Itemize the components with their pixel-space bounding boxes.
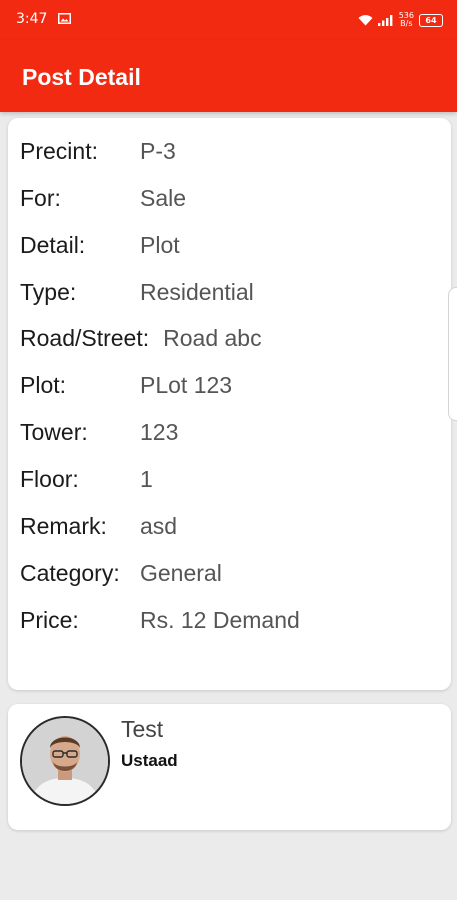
detail-row-remark: Remark: asd [20, 513, 177, 543]
detail-label: Price: [20, 607, 79, 633]
user-card[interactable]: Test Ustaad [8, 704, 451, 830]
user-name: Test [121, 716, 164, 742]
detail-label: Road/Street: [20, 325, 150, 351]
detail-row-plot: Plot: PLot 123 [20, 372, 232, 402]
detail-value: Rs. 12 Demand [140, 607, 300, 633]
status-bar: 3:47 536 B/s 64 [0, 0, 457, 40]
battery-level: 64 [425, 15, 437, 25]
detail-row-tower: Tower: 123 [20, 419, 178, 449]
detail-value: Road abc [163, 325, 262, 351]
gallery-icon [58, 13, 71, 24]
detail-row-road-street: Road/Street: Road abc [20, 325, 262, 355]
status-time: 3:47 [16, 11, 48, 27]
network-speed-unit: B/s [400, 19, 413, 28]
page-title: Post Detail [22, 64, 141, 90]
detail-label: Precint: [20, 138, 98, 164]
battery-icon: 64 [419, 13, 443, 27]
detail-label: Detail: [20, 232, 86, 258]
detail-label: For: [20, 185, 61, 211]
detail-row-floor: Floor: 1 [20, 466, 153, 496]
user-photo [22, 718, 108, 804]
detail-row-for: For: Sale [20, 185, 186, 215]
detail-value: P-3 [140, 138, 176, 164]
detail-label: Type: [20, 279, 77, 305]
detail-value: Residential [140, 279, 254, 305]
detail-value: Plot [140, 232, 180, 258]
detail-row-category: Category: General [20, 560, 222, 590]
detail-row-detail: Detail: Plot [20, 232, 180, 262]
detail-value: 1 [140, 466, 153, 492]
detail-value: asd [140, 513, 178, 539]
signal-icon [377, 15, 393, 26]
avatar[interactable] [20, 716, 110, 806]
status-indicators: 536 B/s 64 [358, 10, 443, 30]
detail-row-precint: Precint: P-3 [20, 138, 176, 168]
detail-value: Sale [140, 185, 187, 211]
detail-label: Plot: [20, 372, 67, 398]
side-drawer-handle[interactable] [448, 287, 457, 421]
detail-row-price: Price: Rs. 12 Demand [20, 607, 300, 637]
detail-value: 123 [140, 419, 179, 445]
app-bar: Post Detail [0, 40, 457, 112]
detail-label: Category: [20, 560, 120, 586]
post-detail-card: Precint: P-3 For: Sale Detail: Plot Type: Re… [8, 118, 451, 690]
detail-label: Remark: [20, 513, 107, 539]
detail-value: PLot 123 [140, 372, 233, 398]
wifi-icon [358, 15, 373, 26]
detail-label: Tower: [20, 419, 88, 445]
detail-label: Floor: [20, 466, 79, 492]
network-speed: 536 B/s [399, 12, 414, 28]
detail-value: General [140, 560, 222, 586]
detail-row-type: Type: Residential [20, 279, 254, 309]
user-role: Ustaad [121, 751, 178, 770]
